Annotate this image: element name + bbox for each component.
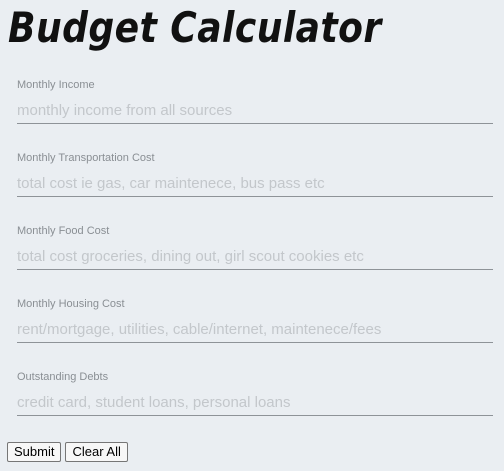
food-cost-input[interactable] [17, 243, 493, 270]
housing-cost-input[interactable] [17, 316, 493, 343]
clear-all-button[interactable]: Clear All [65, 442, 128, 462]
housing-cost-field: Monthly Housing Cost [17, 298, 493, 358]
outstanding-debts-input[interactable] [17, 389, 493, 416]
outstanding-debts-label: Outstanding Debts [17, 371, 109, 383]
outstanding-debts-field: Outstanding Debts [17, 371, 493, 431]
monthly-income-label: Monthly Income [17, 79, 95, 91]
transportation-cost-field: Monthly Transportation Cost [17, 152, 493, 212]
food-cost-label: Monthly Food Cost [17, 225, 110, 237]
monthly-income-field: Monthly Income [17, 79, 493, 139]
monthly-income-input[interactable] [17, 97, 493, 124]
food-cost-field: Monthly Food Cost [17, 225, 493, 285]
form-actions: Submit Clear All [7, 442, 128, 462]
transportation-cost-input[interactable] [17, 170, 493, 197]
housing-cost-label: Monthly Housing Cost [17, 298, 125, 310]
budget-form: Monthly Income Monthly Transportation Co… [0, 0, 504, 471]
transportation-cost-label: Monthly Transportation Cost [17, 152, 155, 164]
submit-button[interactable]: Submit [7, 442, 62, 462]
